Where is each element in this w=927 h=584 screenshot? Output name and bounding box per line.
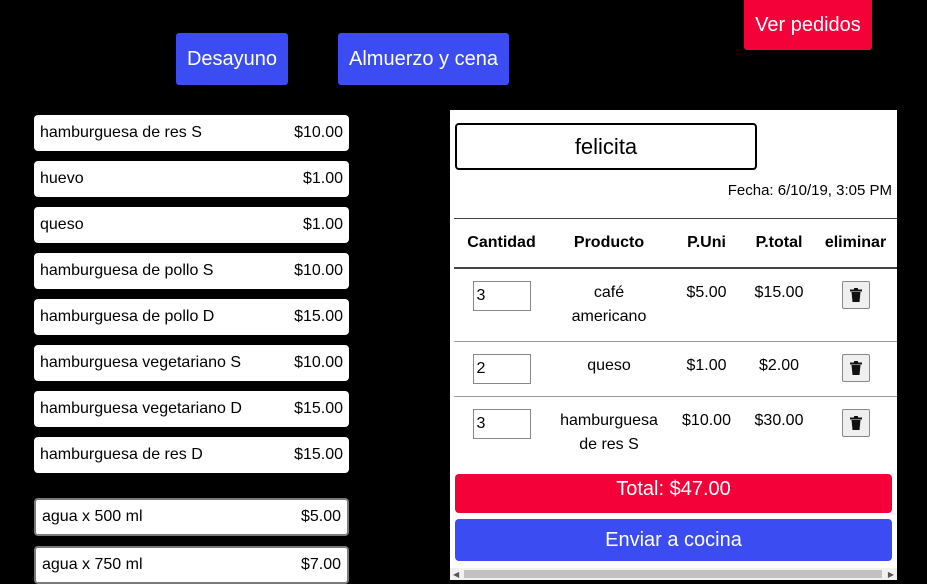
enviar-a-cocina-button[interactable]: Enviar a cocina — [455, 519, 892, 561]
delete-button[interactable] — [841, 408, 870, 437]
menu-item[interactable]: hamburguesa de pollo D $15.00 — [34, 299, 349, 335]
menu-item[interactable]: agua x 500 ml $5.00 — [34, 498, 349, 536]
menu-item-price: $15.00 — [294, 308, 343, 325]
menu-item-price: $1.00 — [302, 216, 343, 233]
column-header-puni: P.Uni — [669, 218, 744, 269]
delete-button[interactable] — [841, 281, 870, 309]
menu-item-name: hamburguesa de pollo D — [40, 308, 215, 325]
client-name-input[interactable] — [455, 123, 757, 170]
trash-icon — [849, 360, 862, 375]
menu-item-price: $15.00 — [294, 446, 343, 463]
menu-item-name: hamburguesa de pollo S — [40, 262, 214, 279]
menu-item-name: huevo — [40, 170, 84, 187]
table-row: caféamericano $5.00 $15.00 — [454, 268, 897, 342]
table-row: queso $1.00 $2.00 — [454, 341, 897, 397]
product-cell: café americano — [549, 268, 669, 342]
total-price-cell: $30.00 — [754, 411, 804, 429]
order-table: Cantidad Producto P.Uni P.total eliminar… — [454, 218, 897, 466]
menu-item[interactable]: hamburguesa vegetariano S $10.00 — [34, 345, 349, 381]
menu-item[interactable]: hamburguesa de res D $15.00 — [34, 437, 349, 473]
ver-pedidos-button[interactable]: Ver pedidos — [744, 0, 872, 50]
total-price-cell: $2.00 — [744, 341, 814, 397]
menu-item-name: hamburguesa vegetariano D — [40, 400, 242, 417]
total-price-cell: $15.00 — [744, 268, 814, 342]
scroll-left-icon[interactable]: ◀ — [453, 570, 459, 579]
menu-item-price: $10.00 — [294, 354, 343, 371]
order-date: Fecha: 6/10/19, 3:05 PM — [727, 182, 892, 199]
menu-item[interactable]: hamburguesa de pollo S $10.00 — [34, 253, 349, 289]
menu-item-price: $5.00 — [300, 508, 341, 525]
menu-item-name: agua x 750 ml — [42, 556, 143, 573]
product-cell: hamburguesa de res S — [560, 411, 658, 453]
scrollbar-thumb[interactable] — [464, 570, 882, 578]
menu-item-name: hamburguesa de res D — [40, 446, 203, 463]
total-display: Total: $47.00 — [455, 474, 892, 513]
product-cell: queso — [549, 341, 669, 397]
menu-item[interactable]: hamburguesa de res S $10.00 — [34, 115, 349, 151]
menu-item-name: hamburguesa de res S — [40, 124, 202, 141]
trash-icon — [849, 288, 862, 302]
unit-price-cell: $10.00 — [682, 411, 731, 429]
menu-item-name: queso — [40, 216, 84, 233]
delete-button[interactable] — [841, 353, 870, 382]
trash-icon — [849, 415, 862, 430]
tab-almuerzo-cena[interactable]: Almuerzo y cena — [338, 33, 509, 85]
column-header-cantidad: Cantidad — [454, 218, 549, 269]
menu-item[interactable]: huevo $1.00 — [34, 161, 349, 197]
menu-item-name: agua x 500 ml — [42, 508, 143, 525]
menu-item-price: $7.00 — [300, 556, 341, 573]
column-header-eliminar: eliminar — [814, 218, 897, 269]
menu-item-name: hamburguesa vegetariano S — [40, 354, 242, 371]
order-panel: Fecha: 6/10/19, 3:05 PM Cantidad Product… — [450, 110, 897, 580]
quantity-input[interactable] — [472, 353, 531, 384]
table-header-row: Cantidad Producto P.Uni P.total eliminar — [454, 218, 897, 269]
unit-price-cell: $1.00 — [669, 341, 744, 397]
menu-item[interactable]: hamburguesa vegetariano D $15.00 — [34, 391, 349, 427]
menu-item[interactable]: queso $1.00 — [34, 207, 349, 243]
unit-price-cell: $5.00 — [669, 268, 744, 342]
quantity-input[interactable] — [472, 281, 531, 311]
horizontal-scrollbar[interactable]: ◀ ▶ — [450, 568, 897, 580]
column-header-ptotal: P.total — [744, 218, 814, 269]
scroll-right-icon[interactable]: ▶ — [888, 570, 894, 579]
table-row: hamburguesade res S $10.00 $30.00 — [454, 396, 897, 466]
tab-desayuno[interactable]: Desayuno — [176, 33, 288, 85]
menu-item-price: $10.00 — [294, 262, 343, 279]
menu-item-price: $15.00 — [294, 400, 343, 417]
menu-item-price: $10.00 — [294, 124, 343, 141]
menu-item-price: $1.00 — [302, 170, 343, 187]
quantity-input[interactable] — [472, 408, 531, 439]
menu-item[interactable]: agua x 750 ml $7.00 — [34, 546, 349, 584]
column-header-producto: Producto — [549, 218, 669, 269]
